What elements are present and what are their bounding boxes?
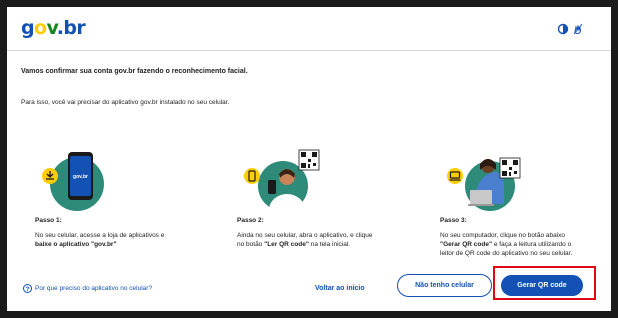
scan-qr-illustration <box>244 149 320 212</box>
download-app-illustration: gov.br <box>42 152 104 211</box>
dialog-panel: gov.br Vamos confirmar sua conta gov.br … <box>7 7 611 311</box>
intro-subtitle: Para isso, você vai precisar do aplicati… <box>21 99 230 106</box>
phone-screen-label: gov.br <box>73 174 88 180</box>
govbr-logo[interactable]: gov.br <box>21 18 86 38</box>
header: gov.br <box>7 7 611 51</box>
no-phone-button[interactable]: Não tenho celular <box>397 274 492 297</box>
question-circle-icon: ? <box>23 284 32 293</box>
vlibras-hand-icon[interactable] <box>572 23 584 35</box>
intro-title: Vamos confirmar sua conta gov.br fazendo… <box>21 68 248 75</box>
step-3-text: No seu computador, clique no botão abaix… <box>440 232 573 257</box>
step-1-text: No seu celular, acesse a loja de aplicat… <box>35 232 165 248</box>
help-link-label: Por que preciso do aplicativo no celular… <box>35 285 153 292</box>
step-3-title: Passo 3: <box>440 217 467 224</box>
help-link[interactable]: ? Por que preciso do aplicativo no celul… <box>23 284 152 293</box>
generate-qr-illustration <box>447 157 521 211</box>
step-2-text: Ainda no seu celular, abra o aplicativo,… <box>237 232 373 248</box>
highlight-box <box>493 266 596 300</box>
contrast-icon[interactable] <box>557 23 569 35</box>
step-1-title: Passo 1: <box>35 217 62 224</box>
step-2-title: Passo 2: <box>237 217 264 224</box>
back-to-start-button[interactable]: Voltar ao início <box>315 285 365 292</box>
